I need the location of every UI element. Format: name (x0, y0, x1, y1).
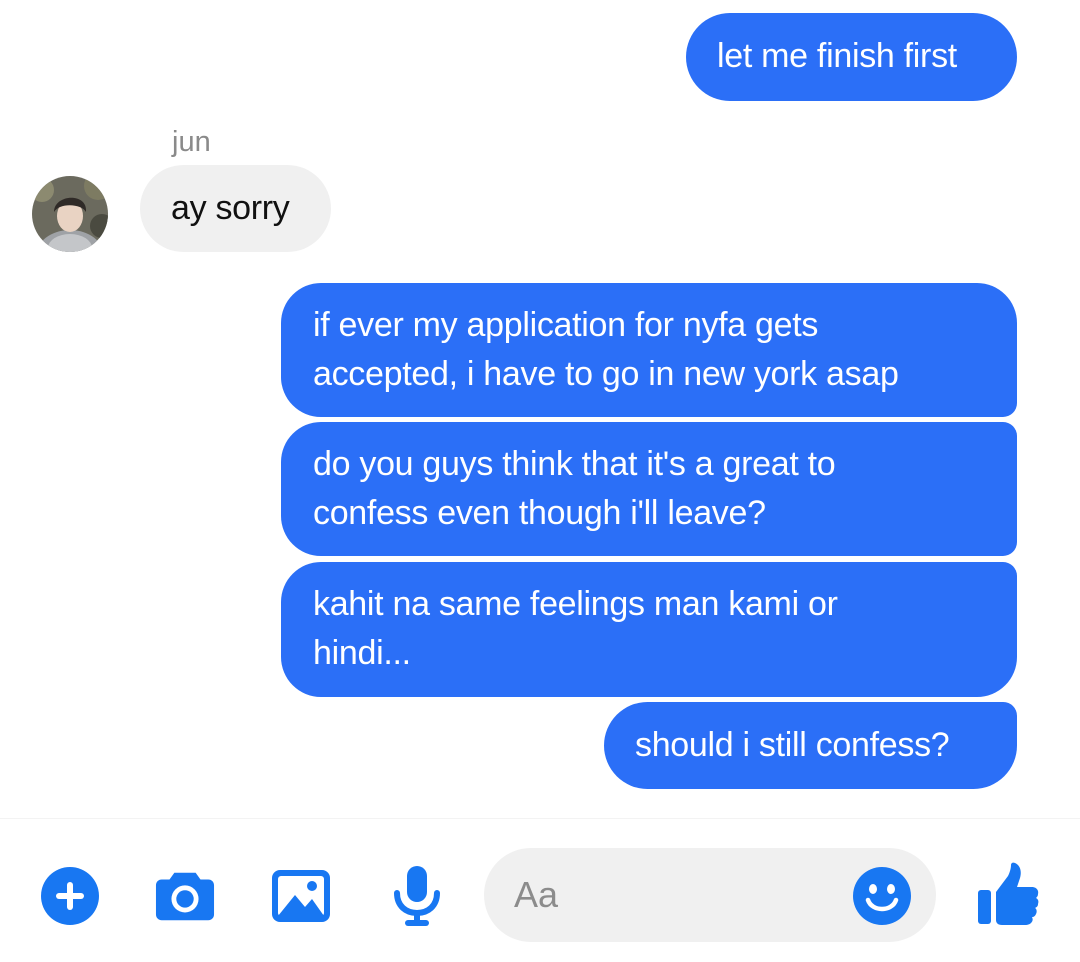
outgoing-message[interactable]: do you guys think that it's a great to c… (281, 422, 1017, 556)
message-field[interactable] (484, 848, 936, 942)
camera-button[interactable] (155, 866, 215, 926)
microphone-icon (394, 866, 440, 926)
outgoing-message[interactable]: if ever my application for nyfa gets acc… (281, 283, 1017, 417)
voice-button[interactable] (387, 866, 447, 926)
message-line: accepted, i have to go in new york asap (313, 355, 899, 393)
plus-icon (41, 867, 99, 925)
outgoing-message[interactable]: let me finish first (686, 13, 1017, 101)
smiley-icon (853, 867, 911, 925)
add-button[interactable] (40, 866, 100, 926)
gallery-button[interactable] (271, 866, 331, 926)
avatar-photo (32, 176, 108, 252)
incoming-message[interactable]: ay sorry (140, 165, 331, 252)
image-icon (272, 870, 330, 922)
message-text: should i still confess? (635, 726, 950, 764)
message-input[interactable] (514, 870, 834, 920)
message-text: let me finish first (717, 37, 957, 75)
composer-divider (0, 818, 1080, 819)
like-button[interactable] (976, 862, 1040, 926)
message-line: hindi... (313, 634, 411, 672)
thumbs-up-icon (978, 862, 1039, 925)
avatar[interactable] (32, 176, 108, 252)
message-text: ay sorry (171, 189, 290, 227)
camera-icon (155, 872, 215, 921)
message-line: if ever my application for nyfa gets (313, 306, 819, 344)
outgoing-message[interactable]: kahit na same feelings man kami or hindi… (281, 562, 1017, 697)
emoji-button[interactable] (852, 866, 912, 926)
message-line: do you guys think that it's a great to (313, 445, 836, 483)
message-line: confess even though i'll leave? (313, 494, 766, 532)
outgoing-message[interactable]: should i still confess? (604, 702, 1017, 789)
sender-name: jun (172, 126, 211, 158)
message-line: kahit na same feelings man kami or (313, 585, 838, 623)
